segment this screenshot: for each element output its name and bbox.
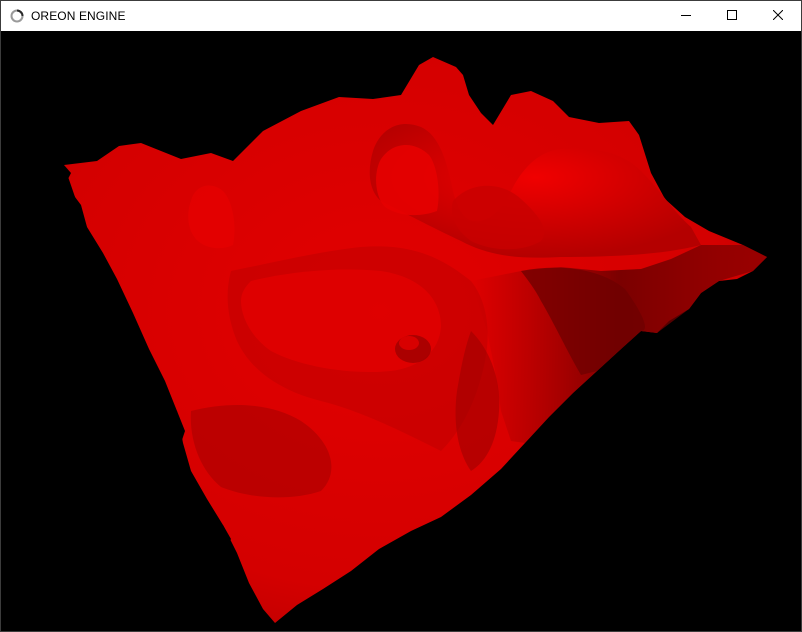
maximize-button[interactable] bbox=[709, 1, 755, 31]
maximize-icon bbox=[727, 7, 737, 25]
window-title: OREON ENGINE bbox=[31, 9, 126, 23]
window-controls bbox=[663, 1, 801, 31]
minimize-button[interactable] bbox=[663, 1, 709, 31]
app-window: OREON ENGINE bbox=[0, 0, 802, 632]
title-bar[interactable]: OREON ENGINE bbox=[1, 1, 801, 31]
render-viewport[interactable] bbox=[1, 31, 801, 631]
app-loading-ring-icon bbox=[9, 8, 25, 24]
terrain-render bbox=[64, 57, 767, 623]
close-icon bbox=[772, 7, 784, 25]
minimize-icon bbox=[681, 7, 691, 25]
close-button[interactable] bbox=[755, 1, 801, 31]
